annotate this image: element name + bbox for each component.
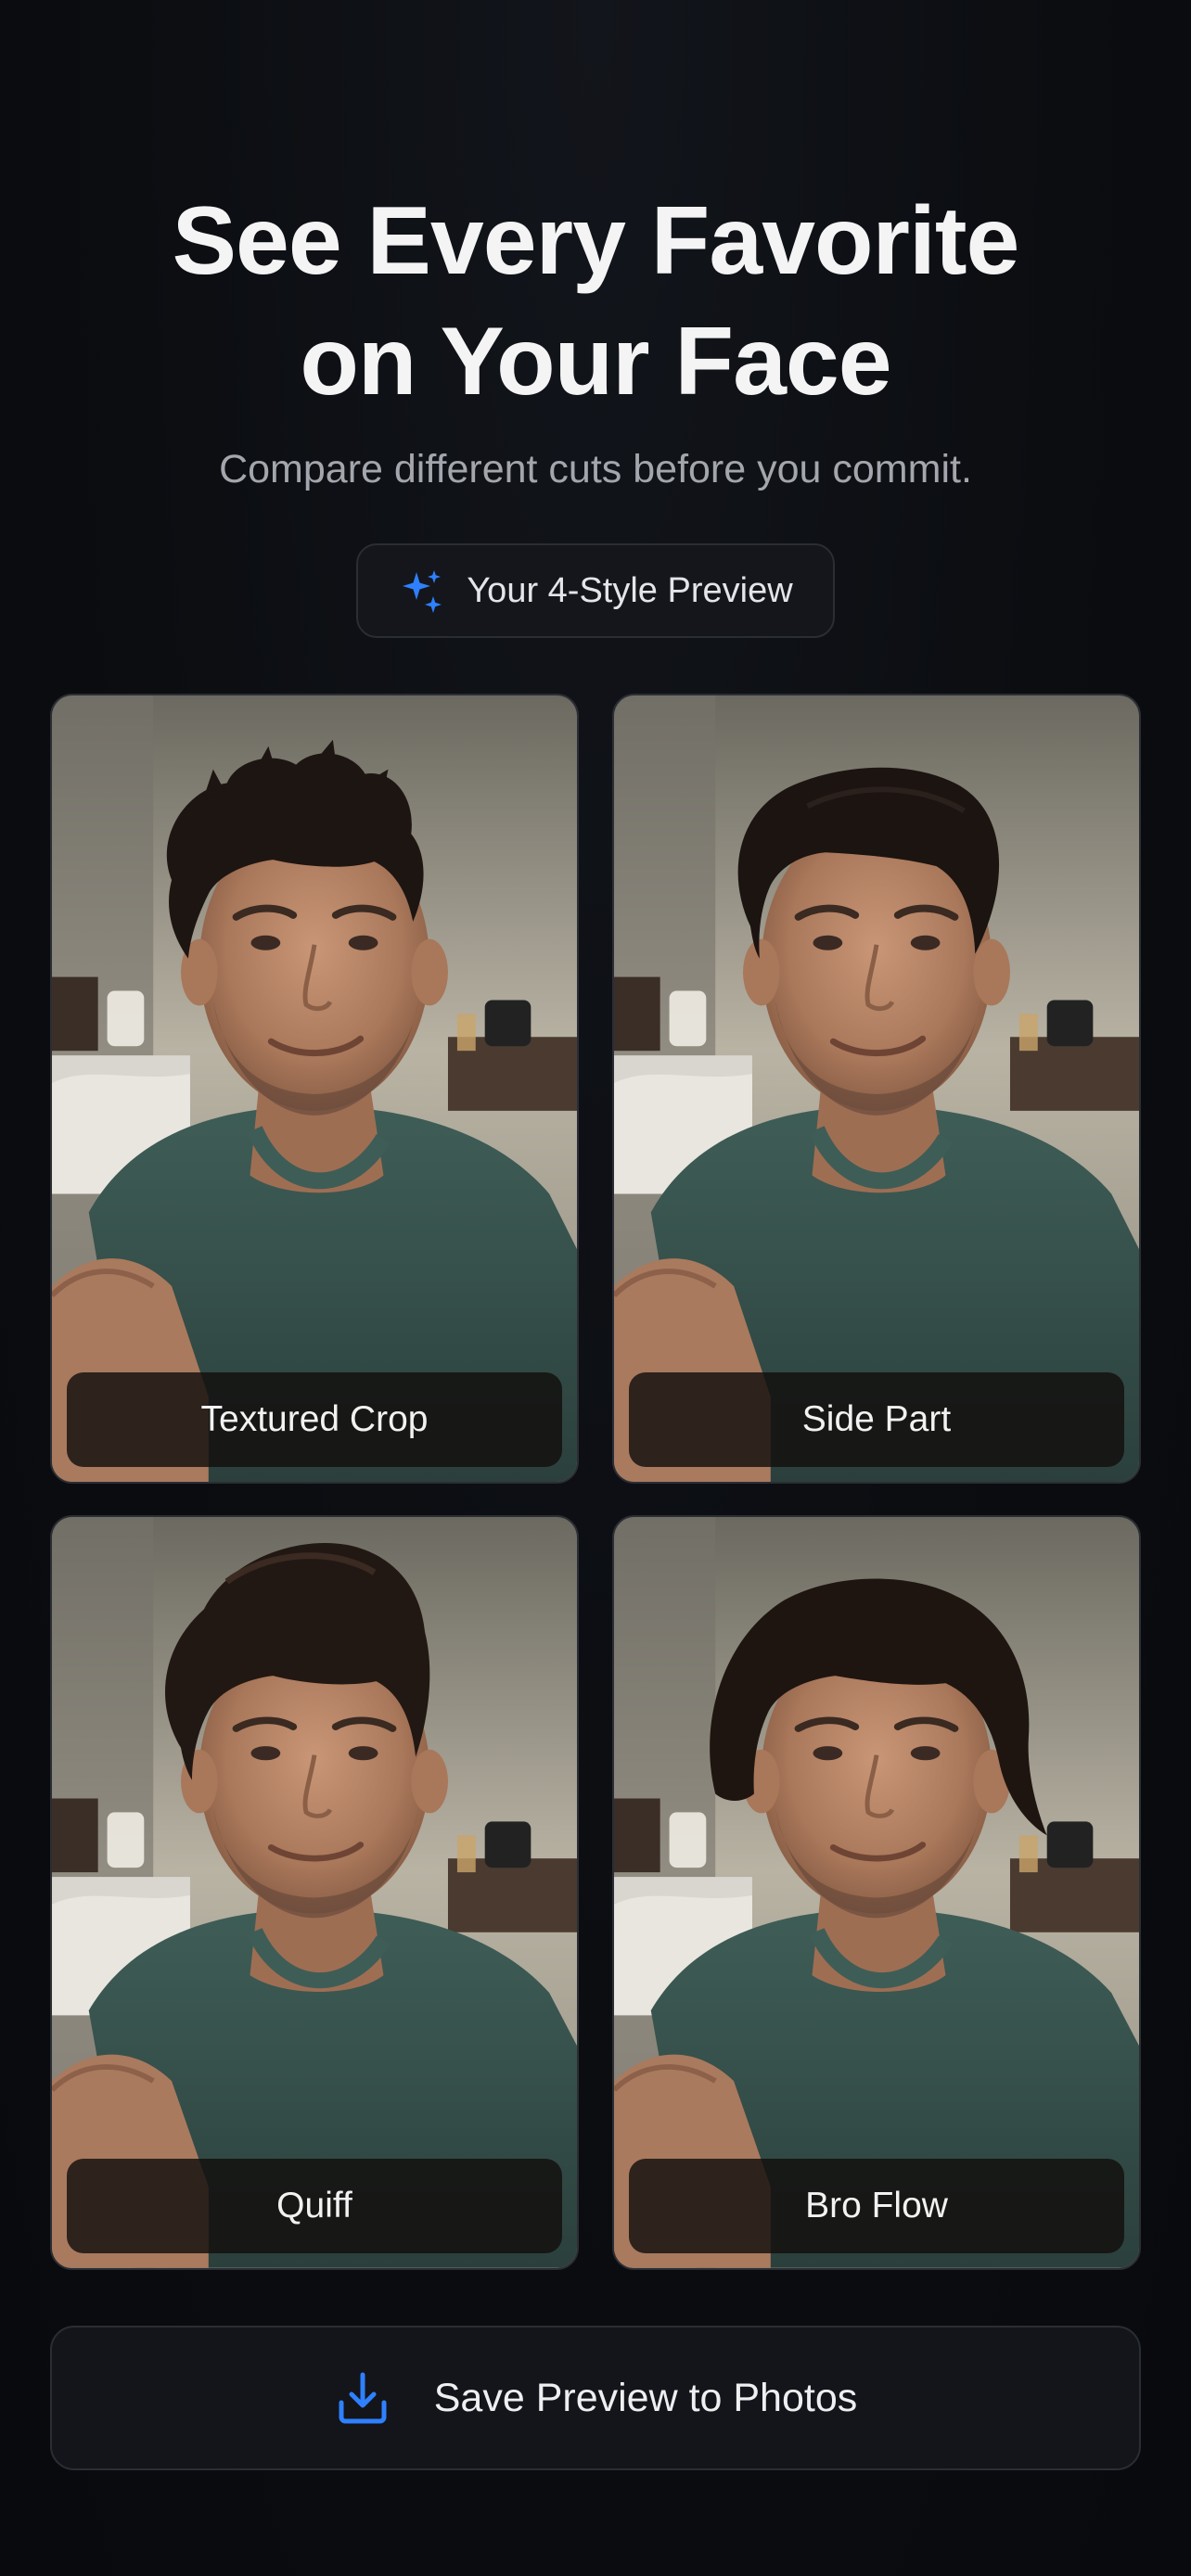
side-part-photo bbox=[614, 695, 1139, 1482]
bro-flow-photo bbox=[614, 1517, 1139, 2268]
style-preview-chip: Your 4-Style Preview bbox=[356, 543, 835, 638]
style-card-textured-crop[interactable]: Textured Crop bbox=[50, 694, 579, 1484]
style-card-label: Textured Crop bbox=[67, 1372, 562, 1467]
style-card-label: Quiff bbox=[67, 2159, 562, 2253]
page-subtitle: Compare different cuts before you commit… bbox=[219, 447, 972, 491]
style-card-quiff[interactable]: Quiff bbox=[50, 1515, 579, 2270]
save-preview-label: Save Preview to Photos bbox=[433, 2376, 858, 2420]
style-card-label: Bro Flow bbox=[629, 2159, 1124, 2253]
style-card-side-part[interactable]: Side Part bbox=[612, 694, 1141, 1484]
preview-screen: See Every Favorite on Your Face Compare … bbox=[0, 0, 1191, 2576]
quiff-photo bbox=[52, 1517, 577, 2268]
sparkles-icon bbox=[403, 570, 442, 613]
textured-crop-photo bbox=[52, 695, 577, 1482]
style-preview-chip-label: Your 4-Style Preview bbox=[467, 571, 793, 610]
download-icon bbox=[339, 2372, 387, 2424]
page-title-line-1: See Every Favorite bbox=[172, 187, 1020, 295]
page-title-line-2: on Your Face bbox=[300, 308, 891, 415]
page-title: See Every Favorite on Your Face bbox=[0, 181, 1191, 422]
style-card-bro-flow[interactable]: Bro Flow bbox=[612, 1515, 1141, 2270]
style-card-label: Side Part bbox=[629, 1372, 1124, 1467]
style-preview-grid: Textured Crop Side Part Quiff Bro Flow bbox=[50, 694, 1141, 2270]
save-preview-button[interactable]: Save Preview to Photos bbox=[50, 2326, 1141, 2470]
